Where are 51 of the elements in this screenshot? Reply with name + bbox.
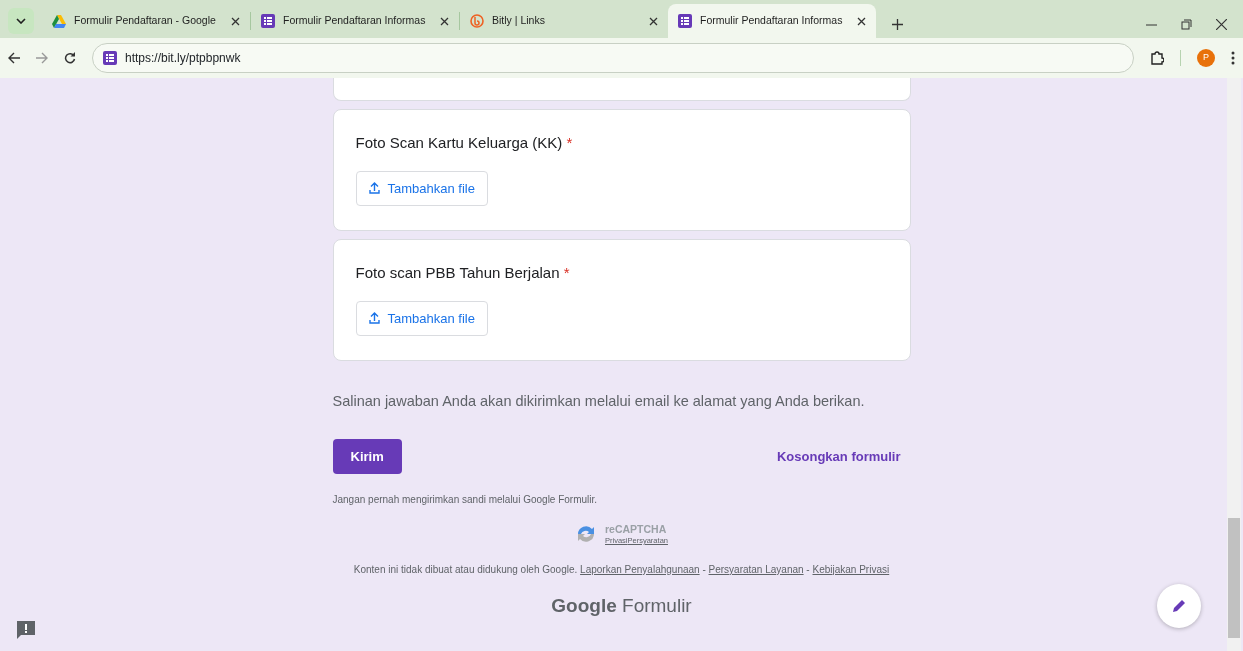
- recaptcha-title: reCAPTCHA: [605, 523, 668, 536]
- footer-link[interactable]: Kebijakan Privasi: [812, 563, 890, 575]
- copy-note: Salinan jawaban Anda akan dikirimkan melalui email ke alamat yang Anda berikan.: [332, 392, 866, 411]
- site-icon: [103, 51, 117, 65]
- feedback-icon[interactable]: [17, 621, 35, 639]
- forward-icon[interactable]: [36, 52, 48, 64]
- triangle-logo-icon: [52, 14, 66, 28]
- tab-title: Bitly | Links: [492, 13, 546, 29]
- browser-tab[interactable]: Formulir Pendaftaran - Google: [42, 4, 250, 38]
- close-icon[interactable]: [1216, 19, 1227, 30]
- tab-title: Formulir Pendaftaran Informas: [700, 13, 844, 29]
- close-icon[interactable]: [440, 16, 449, 26]
- upload-button[interactable]: Tambahkan file: [355, 170, 488, 206]
- question-label: Foto scan PBB Tahun Berjalan *: [355, 263, 571, 283]
- circle-logo-icon: [470, 14, 484, 28]
- puzzle-icon[interactable]: [1150, 51, 1164, 65]
- brand-logo: Google Formulir: [550, 593, 693, 618]
- profile-avatar[interactable]: P: [1197, 49, 1215, 67]
- upload-icon: [368, 182, 380, 195]
- browser-tab[interactable]: Formulir Pendaftaran Informas: [668, 4, 876, 38]
- tab-title: Formulir Pendaftaran Informas: [283, 13, 427, 29]
- footer-link[interactable]: Laporkan Penyalahgunaan: [580, 563, 700, 575]
- close-icon[interactable]: [649, 16, 658, 26]
- tab-title: Formulir Pendaftaran - Google: [74, 13, 217, 29]
- form-icon: [678, 14, 692, 28]
- url-text: https://bit.ly/ptpbpnwk: [125, 50, 241, 67]
- upload-icon: [368, 312, 380, 325]
- browser-tab[interactable]: Formulir Pendaftaran Informas: [251, 4, 459, 38]
- upload-button[interactable]: Tambahkan file: [355, 300, 488, 336]
- form-icon: [261, 14, 275, 28]
- menu-icon[interactable]: [1231, 51, 1235, 65]
- recaptcha-logo-icon: [575, 524, 597, 545]
- close-icon[interactable]: [857, 16, 866, 26]
- submit-button[interactable]: Kirim: [332, 438, 402, 475]
- tab-search-button[interactable]: [8, 8, 34, 34]
- disclaimer-text: Konten ini tidak dibuat atau didukung oleh Google. Laporkan Penyalahgunaan - Persyaratan Layanan - Kebijakan Privasi: [352, 562, 891, 576]
- restore-icon[interactable]: [1181, 19, 1192, 30]
- scrollbar-thumb[interactable]: [1228, 518, 1240, 638]
- pencil-icon: [1172, 599, 1186, 613]
- new-tab-icon[interactable]: [892, 19, 903, 30]
- password-warning: Jangan pernah mengirimkan sandi melalui Google Formulir.: [332, 493, 599, 508]
- address-bar[interactable]: https://bit.ly/ptpbpnwk: [92, 43, 1134, 73]
- close-icon[interactable]: [231, 16, 240, 26]
- back-icon[interactable]: [8, 52, 20, 64]
- footer-link[interactable]: Persyaratan Layanan: [708, 563, 804, 575]
- question-label: Foto Scan Kartu Keluarga (KK) *: [355, 133, 574, 153]
- edit-button[interactable]: [1157, 584, 1201, 628]
- chevron-down-icon: [16, 18, 26, 24]
- browser-tab[interactable]: Bitly | Links: [460, 4, 668, 38]
- clear-form-button[interactable]: Kosongkan formulir: [771, 445, 907, 468]
- reload-icon[interactable]: [64, 52, 76, 64]
